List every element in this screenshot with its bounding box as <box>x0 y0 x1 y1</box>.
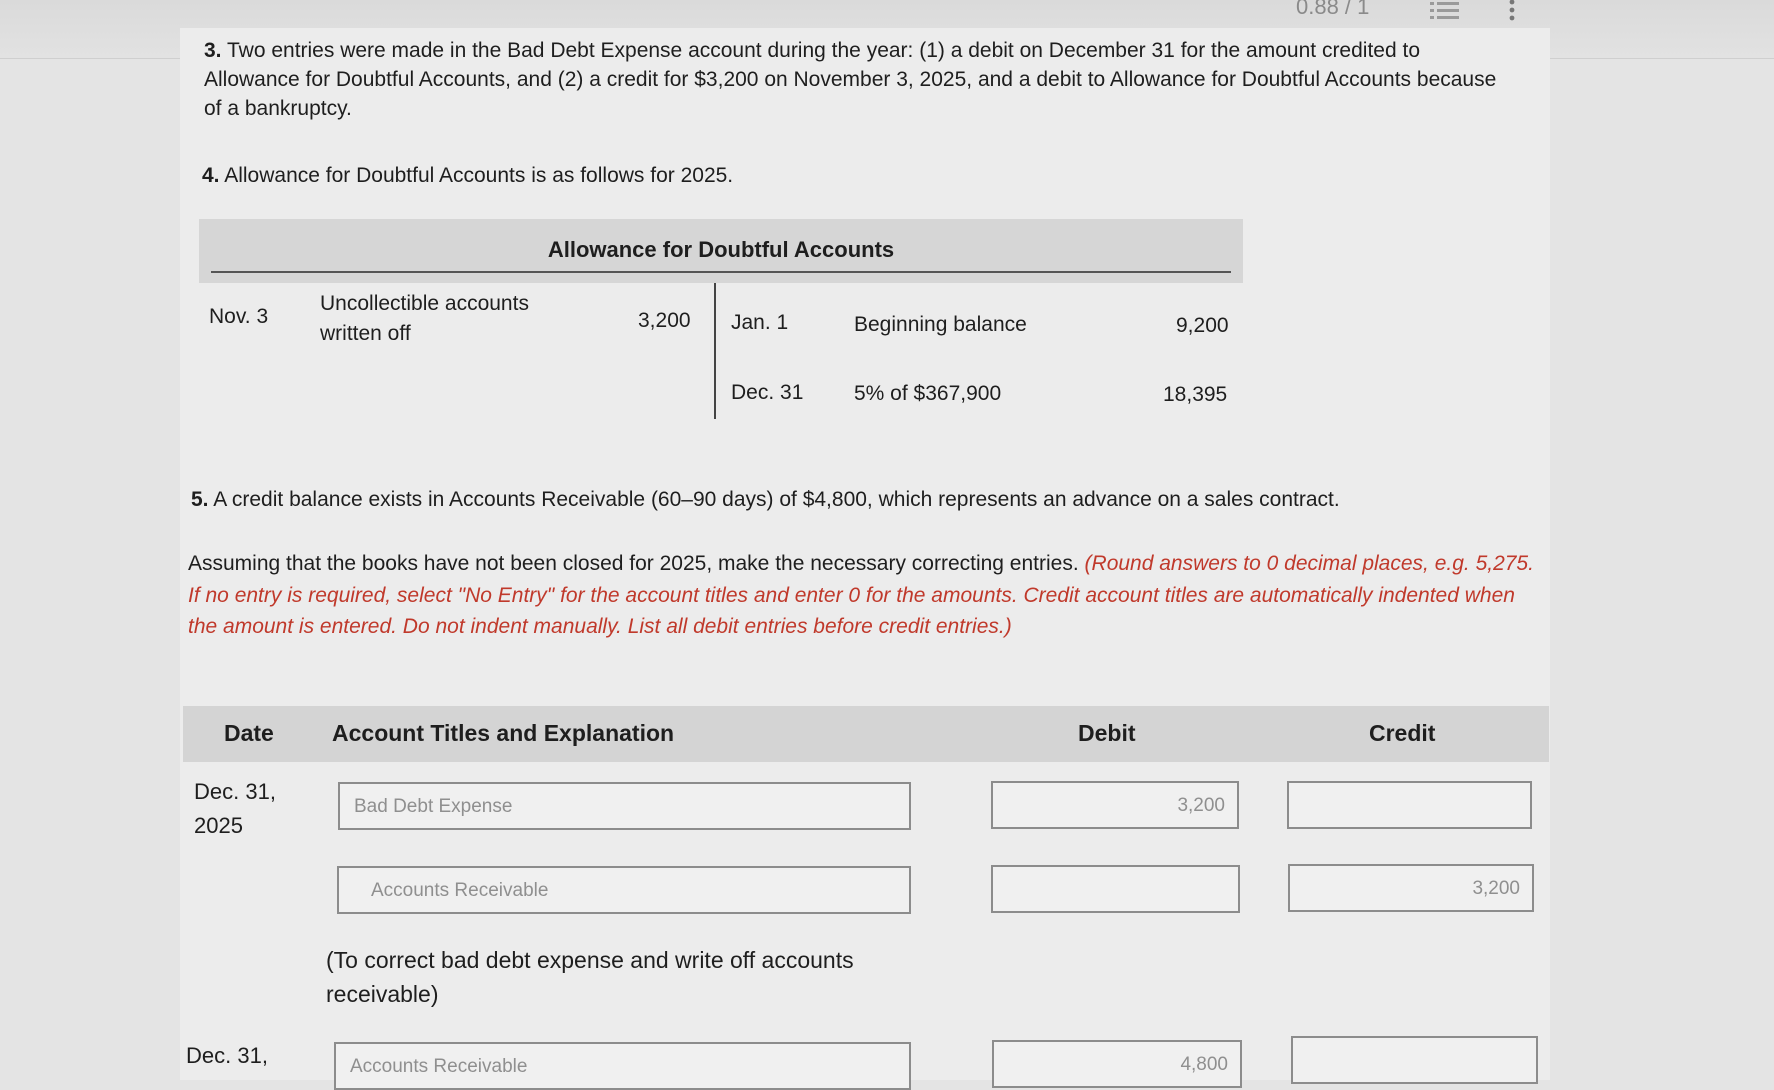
column-header-credit: Credit <box>1369 720 1436 746</box>
t-credit-date: Dec. 31 <box>731 381 804 404</box>
t-debit-date: Nov. 3 <box>209 305 269 328</box>
t-credit-date: Jan. 1 <box>731 311 789 334</box>
t-credit-amount: 9,200 <box>1176 314 1229 337</box>
account-title-input[interactable]: Accounts Receivable <box>334 1042 911 1090</box>
item-5-number: 5. <box>191 488 209 511</box>
journal-header: Date Account Titles and Explanation Debi… <box>183 706 1549 762</box>
debit-amount-input[interactable] <box>991 865 1240 913</box>
entry-2-date-line1: Dec. 31, <box>186 1043 268 1068</box>
item-5-text: A credit balance exists in Accounts Rece… <box>213 488 1340 511</box>
account-title-input[interactable]: Bad Debt Expense <box>338 782 911 830</box>
instructions-main: Assuming that the books have not been cl… <box>188 552 1079 575</box>
entry-1-date-line1: Dec. 31, <box>194 779 276 804</box>
item-4-number: 4. <box>202 164 220 187</box>
t-credit-desc: 5% of $367,900 <box>854 382 1002 405</box>
t-account-divider <box>714 283 716 419</box>
account-title-value: Accounts Receivable <box>350 1056 528 1077</box>
column-header-account: Account Titles and Explanation <box>332 720 675 746</box>
item-3-text: Two entries were made in the Bad Debt Ex… <box>204 39 1497 120</box>
progress-indicator: 0.88 / 1 <box>1296 0 1370 19</box>
list-icon[interactable] <box>1430 0 1460 22</box>
credit-amount-input[interactable] <box>1287 781 1532 829</box>
t-credit-amount: 18,395 <box>1163 383 1228 406</box>
t-debit-amount: 3,200 <box>638 309 691 332</box>
item-3-number: 3. <box>204 39 222 62</box>
entry-1-explanation: (To correct bad debt expense and write o… <box>326 947 854 1007</box>
instructions: Assuming that the books have not been cl… <box>188 548 1538 643</box>
credit-amount-input[interactable] <box>1291 1036 1538 1084</box>
more-options-icon[interactable] <box>1506 0 1518 22</box>
item-4: 4. Allowance for Doubtful Accounts is as… <box>202 161 1402 190</box>
credit-amount-value: 3,200 <box>1472 878 1520 899</box>
item-5: 5. A credit balance exists in Accounts R… <box>191 485 1541 514</box>
debit-amount-input[interactable]: 4,800 <box>992 1040 1242 1088</box>
entry-1-date-line2: 2025 <box>194 813 243 838</box>
credit-amount-input[interactable]: 3,200 <box>1288 864 1534 912</box>
column-header-date: Date <box>224 720 274 746</box>
t-debit-desc-line2: written off <box>320 322 411 345</box>
item-3: 3. Two entries were made in the Bad Debt… <box>204 36 1504 123</box>
account-title-input[interactable]: Accounts Receivable <box>337 866 911 914</box>
debit-amount-input[interactable]: 3,200 <box>991 781 1239 829</box>
column-header-debit: Debit <box>1078 720 1136 746</box>
t-account-rule <box>211 271 1231 273</box>
t-debit-desc-line1: Uncollectible accounts <box>320 292 529 315</box>
account-title-value: Accounts Receivable <box>371 880 549 901</box>
debit-amount-value: 4,800 <box>1180 1054 1228 1075</box>
debit-amount-value: 3,200 <box>1177 795 1225 816</box>
t-account-header: Allowance for Doubtful Accounts <box>199 219 1243 283</box>
item-4-text: Allowance for Doubtful Accounts is as fo… <box>224 164 734 187</box>
account-title-value: Bad Debt Expense <box>354 796 513 817</box>
t-account-title: Allowance for Doubtful Accounts <box>547 237 895 262</box>
t-credit-desc: Beginning balance <box>854 313 1027 336</box>
